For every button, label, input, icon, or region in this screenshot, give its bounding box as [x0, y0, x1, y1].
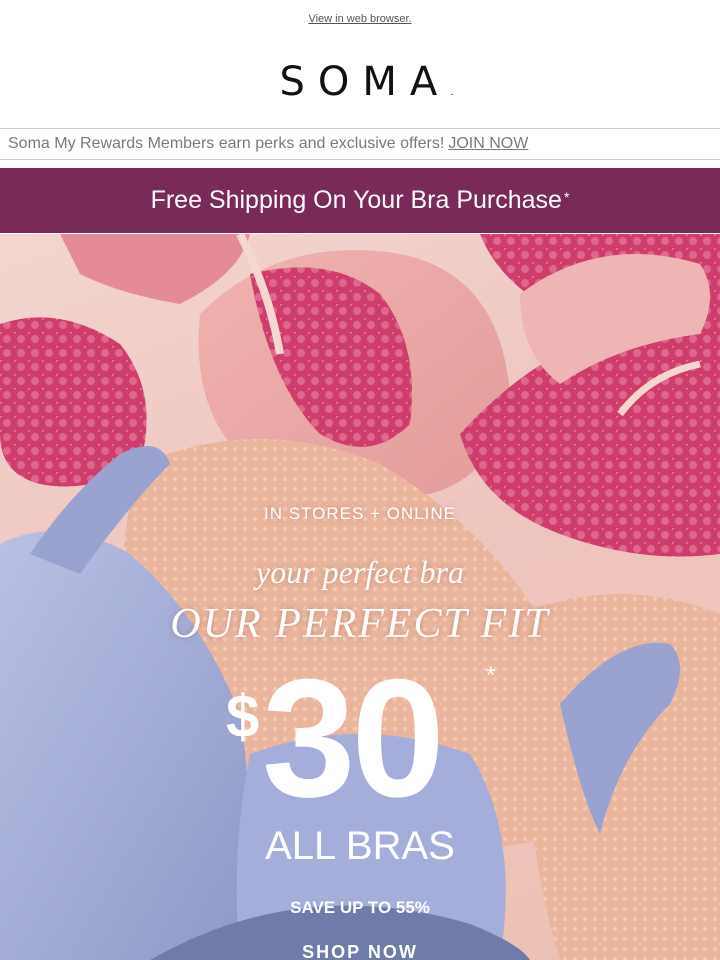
price-value: 30 — [262, 644, 445, 832]
save-up-to: SAVE UP TO 55% — [290, 898, 430, 917]
logo-row: SOMA. — [0, 40, 720, 128]
all-bras: ALL BRAS — [265, 824, 455, 868]
shop-now-button[interactable]: SHOP NOW — [290, 942, 430, 960]
hero-text: IN STORES + ONLINE your perfect bra OUR … — [0, 234, 720, 960]
logo-dot: . — [450, 87, 454, 98]
shipping-text: Free Shipping On Your Bra Purchase — [150, 186, 562, 214]
price: $ 30 * — [0, 654, 720, 834]
our-perfect-fit: OUR PERFECT FIT — [170, 601, 550, 647]
rewards-bar: Soma My Rewards Members earn perks and e… — [0, 128, 720, 160]
your-perfect-bra: your perfect bra — [256, 554, 464, 590]
view-in-browser-link[interactable]: View in web browser. — [308, 13, 411, 25]
top-bar: View in web browser. — [0, 0, 720, 40]
shipping-asterisk: * — [563, 188, 570, 205]
hero-banner[interactable]: IN STORES + ONLINE your perfect bra OUR … — [0, 234, 720, 960]
in-stores-online: IN STORES + ONLINE — [264, 504, 456, 523]
logo-text: SOMA — [279, 59, 451, 105]
free-shipping-banner[interactable]: Free Shipping On Your Bra Purchase * — [0, 168, 720, 233]
price-asterisk: * — [486, 662, 496, 689]
rewards-text: Soma My Rewards Members earn perks and e… — [8, 135, 445, 152]
join-now-link[interactable]: JOIN NOW — [448, 135, 528, 153]
price-symbol: $ — [226, 683, 260, 750]
soma-logo[interactable]: SOMA. — [267, 59, 454, 105]
